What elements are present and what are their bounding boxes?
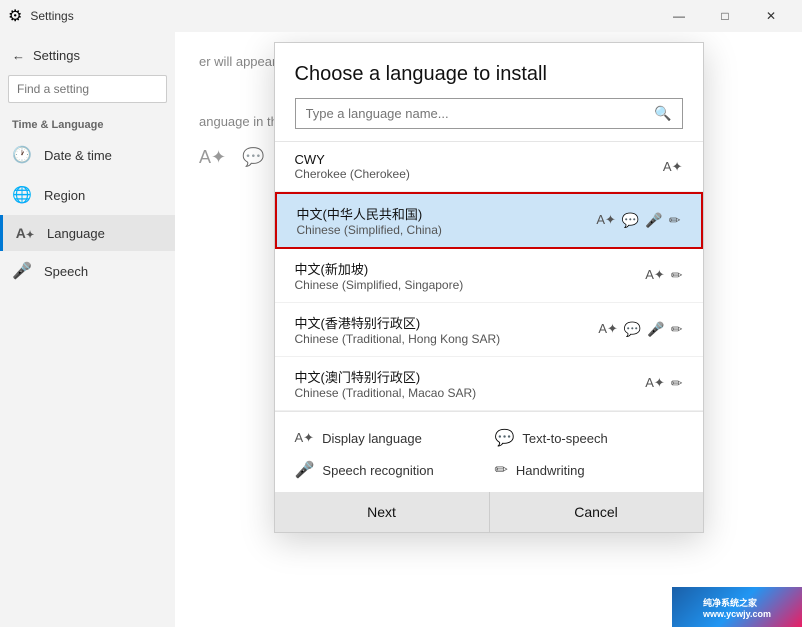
lang-subname-zh-hk: Chinese (Traditional, Hong Kong SAR) [295,332,599,346]
title-bar: ⚙ Settings — □ ✕ [0,0,802,32]
font-icon-zh-sg: A✦ [645,267,665,284]
display-language-icon: A✦ [295,430,315,446]
handwriting-label: Handwriting [516,463,585,478]
mic-icon-zh-hk: 🎤 [647,321,664,338]
back-icon: ← [12,48,25,63]
app-body: ← Settings Time & Language 🕐 Date & time… [0,32,802,627]
lang-icons-zh-cn: A✦ 💬 🎤 ✏ [596,212,680,229]
minimize-button[interactable]: — [656,0,702,32]
lang-name-zh-cn: 中文(中华人民共和国) [297,204,597,223]
edit-icon-zh-sg: ✏ [671,267,683,284]
text-to-speech-icon: 💬 [495,428,515,448]
sidebar-item-label-speech: Speech [44,264,88,279]
dialog-buttons: Next Cancel [275,492,703,532]
lang-item-text-cwy: CWY Cherokee (Cherokee) [295,152,663,181]
lang-icons-zh-hk: A✦ 💬 🎤 ✏ [598,321,682,338]
back-button[interactable]: ← Settings [0,40,175,71]
lang-subname-zh-cn: Chinese (Simplified, China) [297,223,597,237]
close-button[interactable]: ✕ [748,0,794,32]
cancel-button[interactable]: Cancel [489,492,703,532]
feature-handwriting: ✏ Handwriting [495,460,683,480]
chat-icon-zh-cn: 💬 [622,212,639,229]
search-icon: 🔍 [654,105,671,122]
sidebar-section-label: Time & Language [0,107,175,135]
sidebar-item-label-language: Language [47,226,105,241]
language-search-input[interactable] [306,106,647,121]
sidebar-item-region[interactable]: 🌐 Region [0,175,175,215]
lang-icons-zh-mo: A✦ ✏ [645,375,682,392]
lang-icons-cwy: A✦ [663,159,683,175]
watermark: 纯净系统之家 www.ycwjy.com [672,587,802,627]
handwriting-icon: ✏ [495,460,508,480]
font-icon-zh-cn: A✦ [596,212,616,229]
edit-icon-zh-cn: ✏ [669,212,681,229]
speech-icon: 🎤 [12,261,32,281]
title-bar-left: ⚙ Settings [8,6,656,26]
lang-subname-zh-mo: Chinese (Traditional, Macao SAR) [295,386,646,400]
lang-name-zh-mo: 中文(澳门特别行政区) [295,367,646,386]
title-bar-controls: — □ ✕ [656,0,794,32]
feature-row: A✦ Display language 💬 Text-to-speech 🎤 S… [275,411,703,488]
font-icon-cwy: A✦ [663,159,683,175]
display-language-label: Display language [322,431,422,446]
chat-icon-zh-hk: 💬 [624,321,641,338]
feature-display-language: A✦ Display language [295,428,483,448]
watermark-line2: www.ycwjy.com [703,609,771,619]
find-setting-input[interactable] [8,75,167,103]
region-icon: 🌐 [12,185,32,205]
sidebar-item-label-region: Region [44,188,85,203]
sidebar: ← Settings Time & Language 🕐 Date & time… [0,32,175,627]
lang-item-zh-hk[interactable]: 中文(香港特别行政区) Chinese (Traditional, Hong K… [275,303,703,357]
next-button[interactable]: Next [275,492,489,532]
lang-subname-cwy: Cherokee (Cherokee) [295,167,663,181]
lang-name-cwy: CWY [295,152,663,167]
mic-icon-zh-cn: 🎤 [645,212,662,229]
back-label: Settings [33,48,80,63]
speech-recognition-label: Speech recognition [322,463,433,478]
lang-item-zh-cn[interactable]: 中文(中华人民共和国) Chinese (Simplified, China) … [275,192,703,249]
lang-name-zh-hk: 中文(香港特别行政区) [295,313,599,332]
date-time-icon: 🕐 [12,145,32,165]
lang-item-text-zh-mo: 中文(澳门特别行政区) Chinese (Traditional, Macao … [295,367,646,400]
lang-item-cwy[interactable]: CWY Cherokee (Cherokee) A✦ [275,142,703,192]
speech-recognition-icon: 🎤 [295,460,315,480]
dialog-title: Choose a language to install [275,43,703,98]
lang-item-text-zh-sg: 中文(新加坡) Chinese (Simplified, Singapore) [295,259,646,292]
lang-item-zh-sg[interactable]: 中文(新加坡) Chinese (Simplified, Singapore) … [275,249,703,303]
watermark-line1: 纯净系统之家 [703,596,771,609]
lang-item-text-zh-hk: 中文(香港特别行政区) Chinese (Traditional, Hong K… [295,313,599,346]
sidebar-item-speech[interactable]: 🎤 Speech [0,251,175,291]
lang-item-zh-mo[interactable]: 中文(澳门特别行政区) Chinese (Traditional, Macao … [275,357,703,411]
sidebar-item-label-date-time: Date & time [44,148,112,163]
language-icon: A✦ [15,225,35,241]
edit-icon-zh-hk: ✏ [671,321,683,338]
settings-icon: ⚙ [8,6,22,26]
lang-item-text-zh-cn: 中文(中华人民共和国) Chinese (Simplified, China) [297,204,597,237]
font-icon-zh-mo: A✦ [645,375,665,392]
feature-speech-recognition: 🎤 Speech recognition [295,460,483,480]
language-install-dialog: Choose a language to install 🔍 CWY Chero… [274,42,704,533]
maximize-button[interactable]: □ [702,0,748,32]
lang-name-zh-sg: 中文(新加坡) [295,259,646,278]
main-content: er will appear in this anguage in the li… [175,32,802,627]
dialog-overlay: Choose a language to install 🔍 CWY Chero… [175,32,802,627]
sidebar-item-language[interactable]: A✦ Language [0,215,175,251]
font-icon-zh-hk: A✦ [598,321,618,338]
lang-icons-zh-sg: A✦ ✏ [645,267,682,284]
dialog-search-bar: 🔍 [295,98,683,129]
lang-subname-zh-sg: Chinese (Simplified, Singapore) [295,278,646,292]
edit-icon-zh-mo: ✏ [671,375,683,392]
feature-text-to-speech: 💬 Text-to-speech [495,428,683,448]
language-list: CWY Cherokee (Cherokee) A✦ 中文(中华人民共和国) C… [275,141,703,411]
sidebar-item-date-time[interactable]: 🕐 Date & time [0,135,175,175]
title-bar-title: Settings [30,9,73,23]
text-to-speech-label: Text-to-speech [522,431,607,446]
